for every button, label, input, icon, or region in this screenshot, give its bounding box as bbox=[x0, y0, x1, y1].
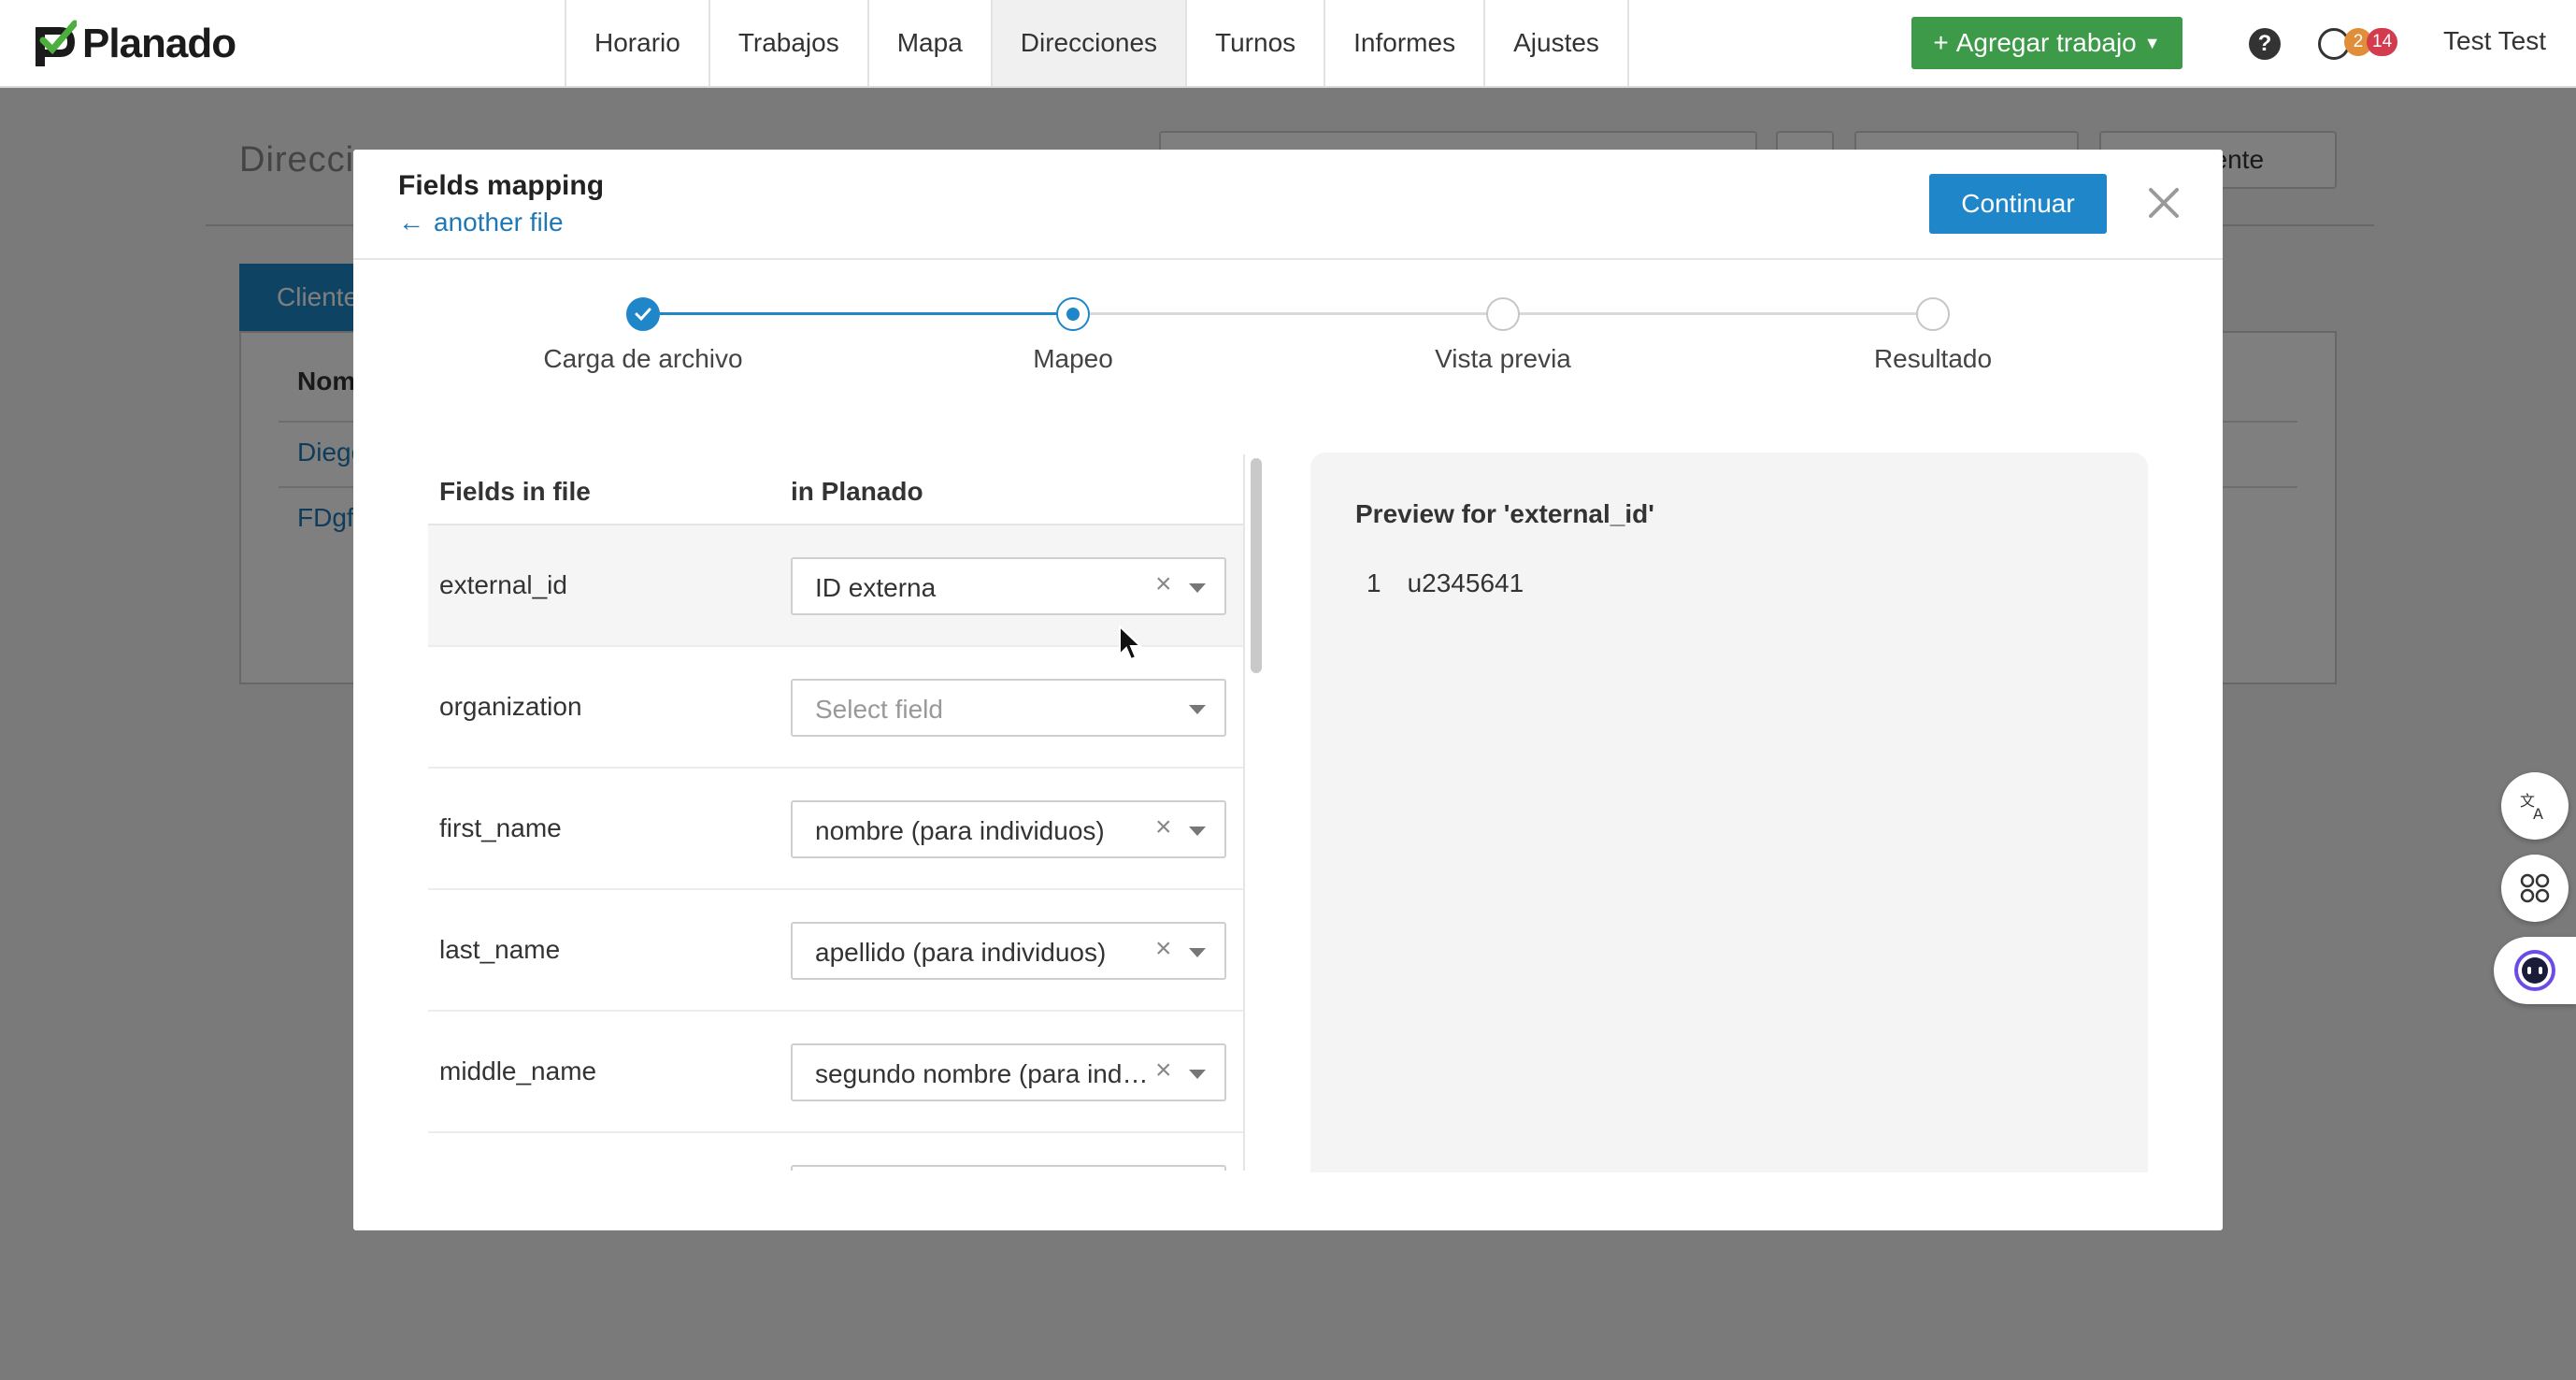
command-glyph-icon bbox=[2520, 873, 2550, 903]
logo-text: Planado bbox=[82, 21, 236, 66]
logo-check-icon bbox=[36, 20, 77, 66]
mapping-row[interactable] bbox=[428, 1133, 1243, 1171]
clear-icon[interactable]: × bbox=[1155, 933, 1172, 965]
column-header-fields-in-file: Fields in file bbox=[439, 477, 591, 506]
nav-trabajos[interactable]: Trabajos bbox=[708, 0, 867, 86]
translate-icon[interactable]: 文 A bbox=[2501, 772, 2569, 840]
planado-logo[interactable]: Planado bbox=[34, 17, 236, 71]
preview-title: Preview for 'external_id' bbox=[1355, 499, 1654, 528]
step-label-mapping: Mapeo bbox=[1033, 344, 1113, 373]
fields-mapping-modal: Fields mapping ← another file Continuar … bbox=[353, 150, 2223, 1230]
mapping-row[interactable]: middle_name segundo nombre (para individ… bbox=[428, 1012, 1243, 1133]
file-field-name: first_name bbox=[439, 813, 562, 842]
step-label-result: Resultado bbox=[1873, 344, 1993, 373]
notifications[interactable]: 2 14 bbox=[2318, 26, 2402, 60]
modal-header: Fields mapping ← another file Continuar bbox=[353, 150, 2223, 260]
mapping-row[interactable]: organization Select field bbox=[428, 647, 1243, 769]
mapping-table: Fields in file in Planado external_id ID… bbox=[428, 454, 1243, 1171]
step-label-upload: Carga de archivo bbox=[543, 344, 743, 373]
assistant-icon[interactable] bbox=[2494, 937, 2576, 1004]
mapping-row[interactable]: first_name nombre (para individuos) × bbox=[428, 769, 1243, 890]
column-header-in-planado: in Planado bbox=[791, 477, 923, 506]
add-job-label: Agregar trabajo bbox=[1955, 28, 2137, 57]
chevron-down-icon[interactable] bbox=[1189, 705, 1206, 714]
import-stepper: Carga de archivo Mapeo Vista previa Resu… bbox=[353, 260, 2223, 391]
another-file-label: another file bbox=[434, 208, 564, 237]
notification-badge-red: 14 bbox=[2367, 28, 2398, 56]
preview-panel: Preview for 'external_id' 1 u2345641 bbox=[1310, 453, 2148, 1172]
close-icon[interactable] bbox=[2142, 181, 2185, 224]
clear-icon[interactable]: × bbox=[1155, 568, 1172, 600]
chevron-down-icon[interactable] bbox=[1189, 948, 1206, 957]
step-upload-done-icon bbox=[626, 297, 660, 331]
selected-value: apellido (para individuos) bbox=[815, 938, 1107, 967]
selected-value: ID externa bbox=[815, 573, 937, 602]
chevron-down-icon[interactable] bbox=[1189, 1070, 1206, 1079]
selected-value: segundo nombre (para individuos) bbox=[815, 1059, 1152, 1088]
file-field-name: organization bbox=[439, 692, 582, 721]
help-icon[interactable]: ? bbox=[2249, 28, 2281, 60]
nav-mapa[interactable]: Mapa bbox=[866, 0, 991, 86]
planado-field-select[interactable]: apellido (para individuos) × bbox=[791, 922, 1226, 980]
apps-icon[interactable] bbox=[2501, 855, 2569, 922]
scrollbar-thumb[interactable] bbox=[1251, 458, 1262, 673]
checkmark-icon bbox=[635, 308, 651, 322]
continue-button[interactable]: Continuar bbox=[1929, 174, 2107, 234]
another-file-link[interactable]: ← another file bbox=[398, 208, 564, 237]
top-navbar: Planado Horario Trabajos Mapa Direccione… bbox=[0, 0, 2576, 88]
nav-horario[interactable]: Horario bbox=[565, 0, 708, 86]
preview-row: 1 u2345641 bbox=[1367, 568, 1524, 598]
file-field-name: middle_name bbox=[439, 1057, 597, 1085]
clear-icon[interactable]: × bbox=[1155, 812, 1172, 843]
stepper-progress-line bbox=[643, 312, 1073, 315]
nav-informes[interactable]: Informes bbox=[1324, 0, 1483, 86]
chevron-down-icon[interactable] bbox=[1189, 583, 1206, 593]
svg-text:A: A bbox=[2533, 805, 2543, 823]
add-job-button[interactable]: + Agregar trabajo ▼ bbox=[1911, 17, 2182, 69]
plus-icon: + bbox=[1933, 28, 1949, 57]
arrow-left-icon: ← bbox=[398, 208, 424, 237]
preview-row-index: 1 bbox=[1367, 568, 1381, 597]
file-field-name: external_id bbox=[439, 570, 567, 599]
step-mapping-current-icon bbox=[1056, 297, 1090, 331]
planado-field-select[interactable]: Select field bbox=[791, 679, 1226, 737]
nav-turnos[interactable]: Turnos bbox=[1185, 0, 1324, 86]
main-nav: Horario Trabajos Mapa Direcciones Turnos… bbox=[565, 0, 1629, 86]
nav-ajustes[interactable]: Ajustes bbox=[1483, 0, 1629, 86]
mapping-scrollbar[interactable] bbox=[1243, 454, 1267, 1171]
planado-field-select[interactable]: segundo nombre (para individuos) × bbox=[791, 1043, 1226, 1101]
mapping-table-header: Fields in file in Planado bbox=[428, 454, 1243, 525]
planado-field-select[interactable] bbox=[791, 1165, 1226, 1171]
preview-row-value: u2345641 bbox=[1407, 568, 1524, 597]
nav-direcciones[interactable]: Direcciones bbox=[990, 0, 1186, 86]
step-result-icon bbox=[1916, 297, 1950, 331]
select-placeholder: Select field bbox=[815, 695, 943, 724]
planado-field-select[interactable]: ID externa × bbox=[791, 557, 1226, 615]
chevron-down-icon: ▼ bbox=[2143, 33, 2161, 52]
mapping-row[interactable]: last_name apellido (para individuos) × bbox=[428, 890, 1243, 1012]
planado-field-select[interactable]: nombre (para individuos) × bbox=[791, 800, 1226, 858]
step-preview-icon bbox=[1486, 297, 1520, 331]
assistant-face-icon bbox=[2514, 950, 2555, 991]
chevron-down-icon[interactable] bbox=[1189, 827, 1206, 836]
modal-title: Fields mapping bbox=[398, 170, 605, 201]
file-field-name: last_name bbox=[439, 935, 561, 964]
user-menu[interactable]: Test Test bbox=[2443, 26, 2546, 56]
translate-glyph-icon: 文 A bbox=[2520, 792, 2543, 823]
selected-value: nombre (para individuos) bbox=[815, 816, 1105, 845]
clear-icon[interactable]: × bbox=[1155, 1055, 1172, 1086]
mouse-cursor-icon bbox=[1119, 625, 1142, 661]
step-label-preview: Vista previa bbox=[1435, 344, 1571, 373]
